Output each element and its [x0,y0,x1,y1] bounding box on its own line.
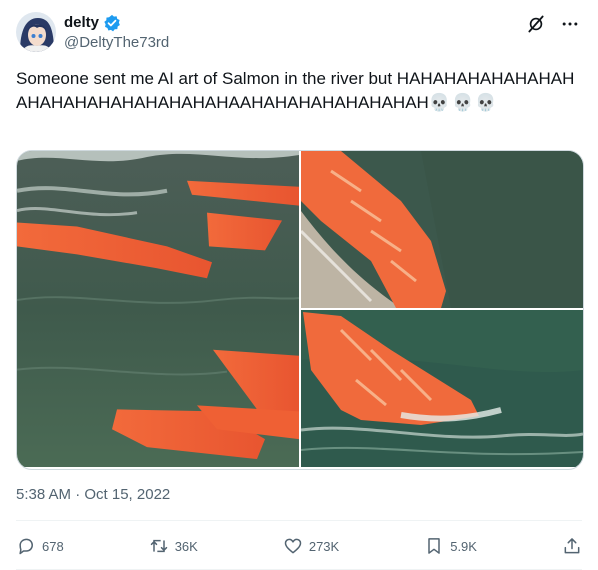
tweet-top-actions [524,12,582,36]
more-icon[interactable] [558,12,582,36]
avatar[interactable] [16,12,56,52]
bookmark-count: 5.9K [450,538,477,554]
display-name[interactable]: delty [64,14,99,32]
repost-icon [150,539,167,553]
author-name-row[interactable]: delty [64,14,121,32]
media-image-salmon-fillet-splash[interactable] [301,151,583,308]
author-handle[interactable]: @DeltyThe73rd [64,34,169,52]
tweet-text: Someone sent me AI art of Salmon in the … [16,67,584,115]
media-image-salmon-fillet-swimming[interactable] [301,310,583,467]
bookmark-button[interactable]: 5.9K [424,536,477,556]
grok-icon[interactable] [524,12,548,36]
tweet: delty @DeltyThe73rd Someone sent me AI a… [0,0,598,570]
verified-badge-icon [103,14,121,32]
reply-count: 678 [42,538,64,554]
reply-button[interactable]: 678 [16,536,64,556]
skull-emojis: 💀💀💀 [428,93,499,112]
divider [16,520,582,521]
share-icon [564,538,580,554]
tweet-action-bar: 678 36K 273K 5.9K [16,532,582,560]
media-image-salmon-fillets-in-river[interactable] [17,151,299,467]
repost-button[interactable]: 36K [149,536,198,556]
share-button[interactable] [562,536,582,556]
like-count: 273K [308,538,340,554]
media-grid [16,150,584,470]
tweet-timestamp[interactable]: 5:38 AM · Oct 15, 2022 [16,485,170,505]
bookmark-icon [428,538,440,554]
heart-icon [284,538,302,554]
repost-count: 36K [174,538,198,554]
reply-icon [19,538,33,555]
like-button[interactable]: 273K [283,536,339,556]
